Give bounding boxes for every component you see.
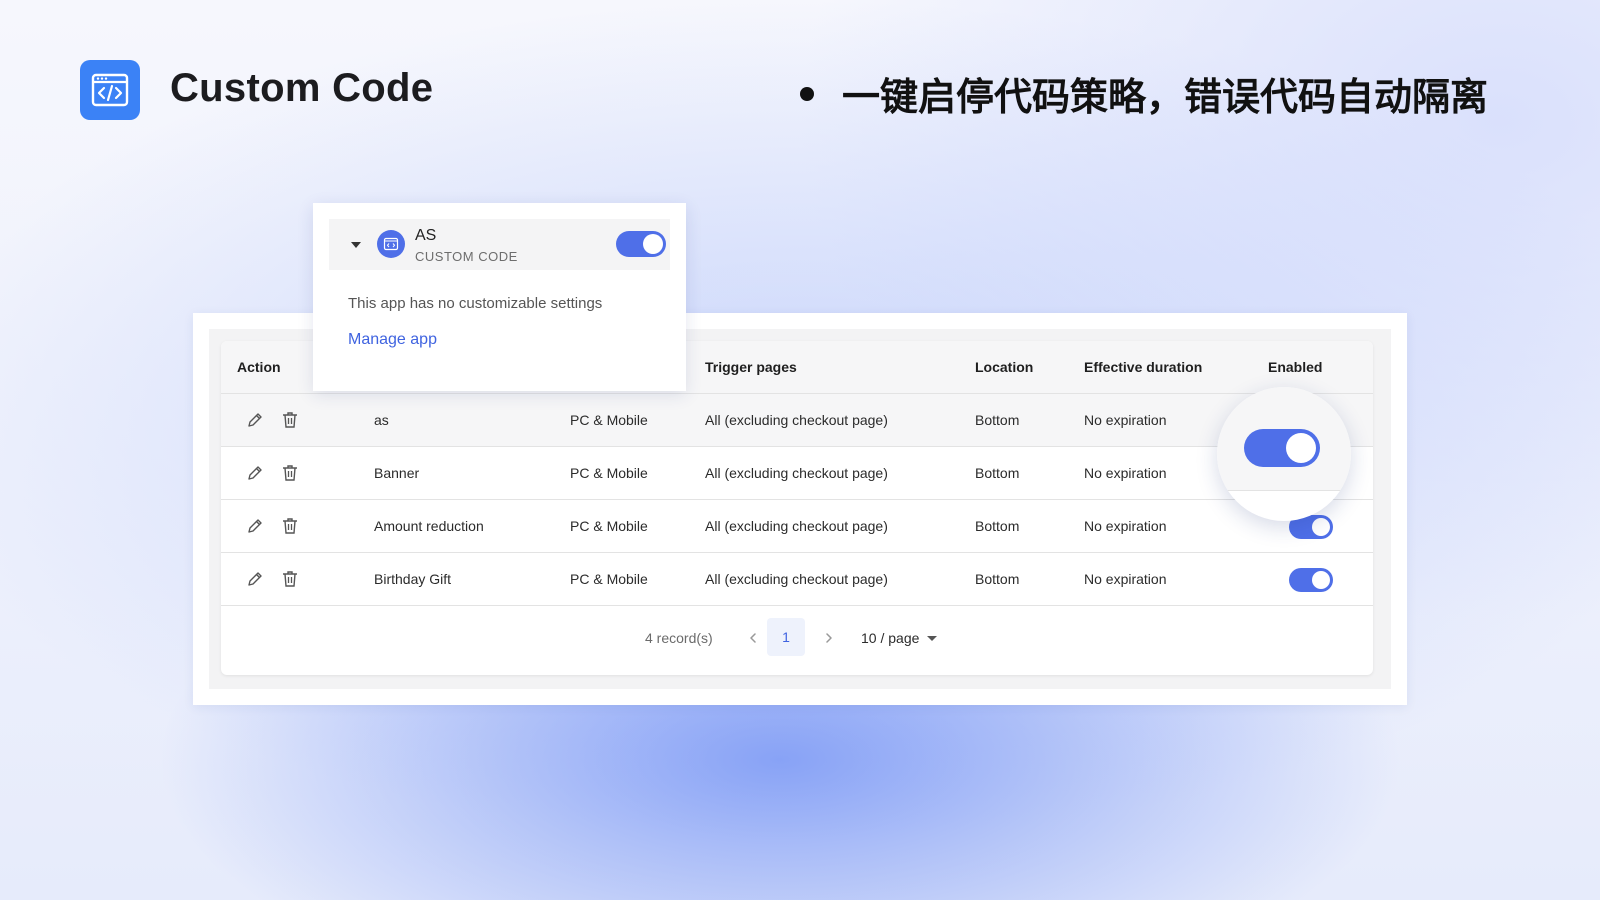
- caret-down-icon[interactable]: [351, 242, 361, 248]
- row-duration: No expiration: [1084, 412, 1167, 428]
- row-trigger-pages: All (excluding checkout page): [705, 465, 888, 481]
- row-duration: No expiration: [1084, 465, 1167, 481]
- edit-icon[interactable]: [245, 569, 265, 589]
- column-trigger-pages: Trigger pages: [705, 359, 797, 375]
- page-title: Custom Code: [170, 66, 434, 110]
- toggle-knob: [1312, 571, 1330, 589]
- app-settings-description: This app has no customizable settings: [348, 295, 603, 312]
- app-enabled-toggle[interactable]: [616, 231, 666, 257]
- app-name: AS: [415, 227, 437, 244]
- column-action: Action: [237, 359, 281, 375]
- edit-icon[interactable]: [245, 516, 265, 536]
- page-size-label: 10 / page: [861, 630, 920, 646]
- row-duration: No expiration: [1084, 571, 1167, 587]
- app-icon: [377, 230, 405, 258]
- pagination: 4 record(s) 1 10 / page: [221, 618, 1373, 658]
- row-platform: PC & Mobile: [570, 465, 648, 481]
- row-platform: PC & Mobile: [570, 412, 648, 428]
- row-trigger-pages: All (excluding checkout page): [705, 571, 888, 587]
- headline: 一键启停代码策略，错误代码自动隔离: [800, 66, 1488, 121]
- column-location: Location: [975, 359, 1034, 375]
- delete-icon[interactable]: [280, 516, 300, 536]
- row-trigger-pages: All (excluding checkout page): [705, 518, 888, 534]
- delete-icon[interactable]: [280, 410, 300, 430]
- app-settings-card: AS CUSTOM CODE This app has no customiza…: [313, 203, 686, 391]
- page-size-select[interactable]: 10 / page: [861, 630, 938, 646]
- app-subtitle: CUSTOM CODE: [415, 249, 518, 264]
- row-platform: PC & Mobile: [570, 571, 648, 587]
- toggle-magnifier: [1217, 387, 1351, 521]
- edit-icon[interactable]: [245, 410, 265, 430]
- app-card-header[interactable]: AS CUSTOM CODE: [329, 219, 670, 270]
- manage-app-link[interactable]: Manage app: [348, 331, 437, 349]
- table-row: Banner PC & Mobile All (excluding checko…: [221, 447, 1373, 500]
- toggle-knob: [1312, 518, 1330, 536]
- row-location: Bottom: [975, 412, 1020, 428]
- delete-icon[interactable]: [280, 463, 300, 483]
- headline-text: 一键启停代码策略，错误代码自动隔离: [842, 75, 1489, 119]
- row-duration: No expiration: [1084, 518, 1167, 534]
- prev-page-button[interactable]: [743, 628, 763, 648]
- column-effective-duration: Effective duration: [1084, 359, 1203, 375]
- code-window-icon: [91, 73, 129, 107]
- app-logo: [80, 60, 140, 120]
- chevron-left-icon: [750, 633, 756, 643]
- table-row: Amount reduction PC & Mobile All (exclud…: [221, 500, 1373, 553]
- code-window-icon: [383, 237, 399, 251]
- row-name: as: [374, 412, 389, 428]
- delete-icon[interactable]: [280, 569, 300, 589]
- toggle-knob: [1286, 433, 1316, 463]
- row-name: Banner: [374, 465, 420, 481]
- enabled-toggle[interactable]: [1244, 429, 1320, 467]
- toggle-knob: [643, 234, 663, 254]
- row-name: Birthday Gift: [374, 571, 452, 587]
- enabled-toggle[interactable]: [1289, 568, 1333, 592]
- next-page-button[interactable]: [819, 628, 839, 648]
- row-name: Amount reduction: [374, 518, 484, 534]
- row-location: Bottom: [975, 518, 1020, 534]
- chevron-right-icon: [826, 633, 832, 643]
- row-trigger-pages: All (excluding checkout page): [705, 412, 888, 428]
- table-row: as PC & Mobile All (excluding checkout p…: [221, 394, 1373, 447]
- edit-icon[interactable]: [245, 463, 265, 483]
- row-location: Bottom: [975, 465, 1020, 481]
- column-enabled: Enabled: [1268, 359, 1323, 375]
- caret-down-icon: [927, 635, 938, 641]
- bullet-icon: [800, 86, 814, 101]
- row-location: Bottom: [975, 571, 1020, 587]
- page-number-current[interactable]: 1: [767, 618, 805, 656]
- row-platform: PC & Mobile: [570, 518, 648, 534]
- record-count: 4 record(s): [645, 630, 713, 646]
- table-row: Birthday Gift PC & Mobile All (excluding…: [221, 553, 1373, 606]
- custom-code-table: Action Trigger pages Location Effective …: [221, 341, 1373, 675]
